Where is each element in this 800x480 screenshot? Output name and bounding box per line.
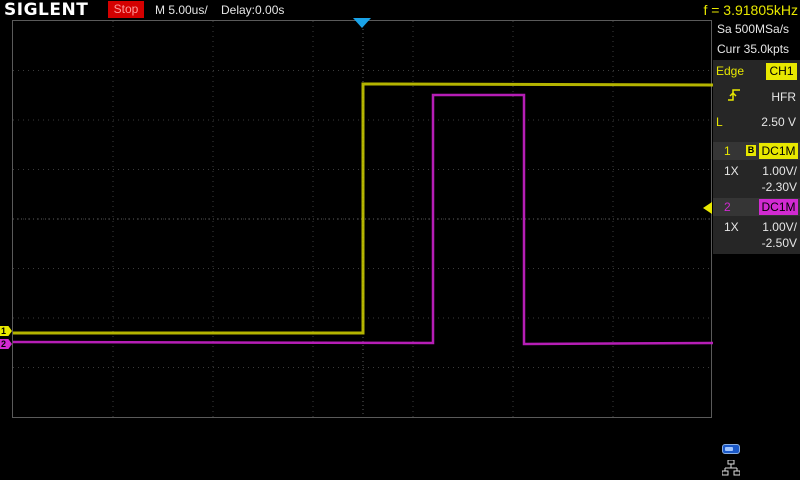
ch1-offset: -2.30V bbox=[761, 180, 797, 194]
right-info-panel: Sa 500MSa/s Curr 35.0kpts Edge CH1 HFR L… bbox=[713, 20, 800, 480]
ch2-coupling: DC1M bbox=[759, 199, 798, 215]
run-stop-indicator[interactable]: Stop bbox=[108, 1, 144, 18]
top-status-bar: SIGLENT Stop M 5.00us/ Delay:0.00s f = 3… bbox=[0, 0, 800, 20]
ch2-scale: 1.00V/ bbox=[762, 220, 797, 234]
ch1-probe: 1X bbox=[724, 164, 739, 178]
ch2-probe: 1X bbox=[724, 220, 739, 234]
rising-edge-icon bbox=[728, 89, 740, 101]
ch1-number: 1 bbox=[724, 144, 731, 158]
ch1-settings-box[interactable]: 1 B DC1M 1X 1.00V/ -2.30V bbox=[713, 142, 800, 198]
bandwidth-limit-icon: B bbox=[746, 145, 756, 156]
memory-depth: Curr 35.0kpts bbox=[717, 42, 790, 56]
delay-readout[interactable]: Delay:0.00s bbox=[221, 0, 284, 20]
waveform-grid bbox=[13, 21, 713, 419]
usb-icon bbox=[722, 444, 740, 454]
ch1-waveform bbox=[13, 82, 713, 335]
sample-rate: Sa 500MSa/s bbox=[717, 22, 790, 36]
timebase-readout[interactable]: M 5.00us/ bbox=[155, 0, 208, 20]
ch2-offset: -2.50V bbox=[761, 236, 797, 250]
ch2-number: 2 bbox=[724, 200, 731, 214]
ch1-coupling: DC1M bbox=[759, 143, 798, 159]
ch1-offset-marker[interactable]: 1 bbox=[0, 326, 12, 336]
waveform-display[interactable] bbox=[12, 20, 713, 419]
ch1-scale: 1.00V/ bbox=[762, 164, 797, 178]
trigger-level-value: 2.50 V bbox=[761, 115, 796, 129]
lan-icon bbox=[722, 460, 740, 476]
ch2-settings-box[interactable]: 2 DC1M 1X 1.00V/ -2.50V bbox=[713, 198, 800, 254]
trigger-level-marker[interactable] bbox=[703, 202, 712, 214]
trigger-type: Edge bbox=[716, 64, 745, 78]
trigger-level-label: L bbox=[716, 115, 723, 129]
ch2-offset-marker[interactable]: 2 bbox=[0, 339, 12, 349]
trigger-position-marker[interactable] bbox=[353, 18, 371, 28]
trigger-source: CH1 bbox=[766, 63, 797, 80]
brand-logo: SIGLENT bbox=[4, 0, 89, 20]
frequency-counter: f = 3.91805kHz bbox=[703, 2, 798, 18]
trigger-coupling: HFR bbox=[771, 90, 796, 104]
trigger-settings-box[interactable]: Edge CH1 HFR L 2.50 V bbox=[713, 60, 800, 152]
